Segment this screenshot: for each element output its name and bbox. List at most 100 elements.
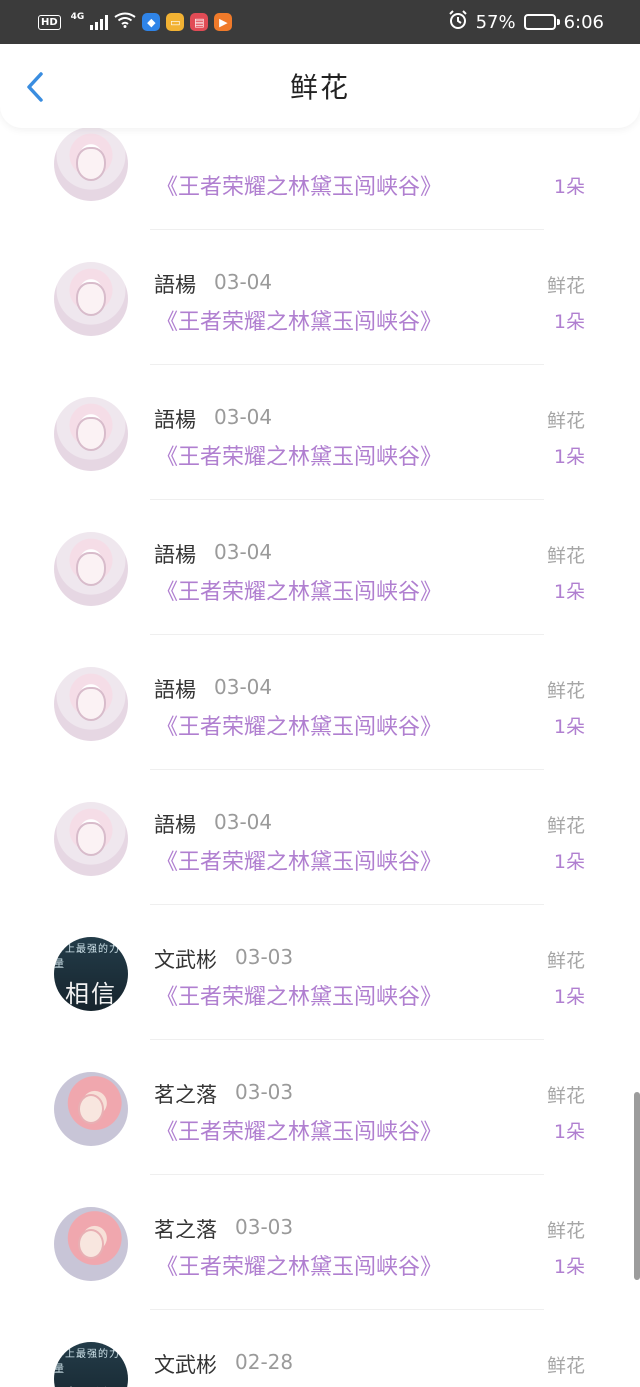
gift-type: 鲜花 xyxy=(546,1085,585,1107)
book-title-link[interactable]: 《王者荣耀之林黛玉闯峡谷》 xyxy=(156,439,442,471)
gift-date: 03-04 xyxy=(214,810,273,834)
gift-quantity: 1朵 xyxy=(553,851,585,873)
status-right: 57% 6:06 xyxy=(448,9,604,35)
user-name[interactable]: 語楊 xyxy=(154,674,196,704)
avatar-face xyxy=(76,282,106,316)
user-name[interactable]: 語楊 xyxy=(154,539,196,569)
avatar-title: 相信 xyxy=(65,979,117,1008)
gift-date: 03-04 xyxy=(214,270,273,294)
list-item[interactable]: 茗之落 03-03 《王者荣耀之林黛玉闯峡谷》 鲜花 1朵 xyxy=(0,1050,640,1185)
divider xyxy=(150,1309,544,1310)
signal-icon xyxy=(90,14,109,30)
gift-date: 03-04 xyxy=(214,675,273,699)
gift-type: 鲜花 xyxy=(546,680,585,702)
avatar[interactable] xyxy=(54,1072,128,1146)
avatar[interactable] xyxy=(54,262,128,336)
status-left: HD 4G ◆ ▭ ▤ ▶ xyxy=(38,12,233,32)
divider xyxy=(150,364,544,365)
avatar[interactable] xyxy=(54,802,128,876)
list-item[interactable]: 語楊 03-04 《王者荣耀之林黛玉闯峡谷》 鲜花 1朵 xyxy=(0,780,640,915)
avatar[interactable] xyxy=(54,532,128,606)
avatar-face xyxy=(76,417,106,451)
list-item[interactable]: 界上最强的力量 相信 文武彬 03-03 《王者荣耀之林黛玉闯峡谷》 鲜花 1朵 xyxy=(0,915,640,1050)
battery-percent: 57% xyxy=(475,11,516,33)
gift-date: 03-04 xyxy=(214,540,273,564)
user-name[interactable]: 語楊 xyxy=(154,404,196,434)
list-item[interactable]: 茗之落 03-03 《王者荣耀之林黛玉闯峡谷》 鲜花 1朵 xyxy=(0,1185,640,1320)
gift-date: 02-28 xyxy=(235,1350,294,1374)
avatar[interactable] xyxy=(54,1207,128,1281)
page-title: 鲜花 xyxy=(289,71,350,104)
book-app-icon: ▤ xyxy=(190,13,209,31)
gift-type: 鲜花 xyxy=(546,1220,585,1242)
gift-date: 03-04 xyxy=(214,405,273,429)
book-title-link[interactable]: 《王者荣耀之林黛玉闯峡谷》 xyxy=(156,574,442,606)
user-name[interactable]: 語楊 xyxy=(154,269,196,299)
chevron-left-icon xyxy=(27,72,43,102)
gift-quantity: 1朵 xyxy=(553,986,585,1008)
avatar-caption: 界上最强的力量 xyxy=(54,943,120,970)
gift-date: 03-03 xyxy=(235,1080,294,1104)
list-item[interactable]: 語楊 03-04 《王者荣耀之林黛玉闯峡谷》 鲜花 1朵 xyxy=(0,240,640,375)
divider xyxy=(150,904,544,905)
back-button[interactable] xyxy=(20,70,50,104)
divider xyxy=(150,1039,544,1040)
avatar-face xyxy=(78,1229,104,1259)
book-title-link[interactable]: 《王者荣耀之林黛玉闯峡谷》 xyxy=(156,709,442,741)
gift-quantity: 1朵 xyxy=(553,1256,585,1278)
avatar-face xyxy=(78,1094,104,1124)
avatar[interactable]: 界上最强的力量相信 xyxy=(54,937,128,1011)
book-title-link[interactable]: 《王者荣耀之林黛玉闯峡谷》 xyxy=(156,1249,442,1281)
gift-date: 03-03 xyxy=(235,945,294,969)
avatar-face xyxy=(76,552,106,586)
video-app-icon: ▶ xyxy=(214,13,233,31)
clock: 6:06 xyxy=(563,11,604,33)
book-title-link[interactable]: 《王者荣耀之林黛玉闯峡谷》 xyxy=(156,979,442,1011)
list-item[interactable]: 語楊 03-04 《王者荣耀之林黛玉闯峡谷》 鲜花 1朵 xyxy=(0,510,640,645)
book-title-link[interactable]: 《王者荣耀之林黛玉闯峡谷》 xyxy=(156,169,442,201)
gift-quantity: 1朵 xyxy=(553,581,585,603)
list-item[interactable]: 界上最强的力量相信文武彬02-28《综漫：黑莲花今天又玩弄人心》鲜花1朵 xyxy=(0,1320,640,1387)
user-name[interactable]: 文武彬 xyxy=(154,1349,217,1379)
gift-type: 鲜花 xyxy=(546,1355,585,1377)
divider xyxy=(150,769,544,770)
gift-list: 《王者荣耀之林黛玉闯峡谷》 1朵 語楊 03-04 《王者荣耀之林黛玉闯峡谷》 鲜花 1朵語… xyxy=(0,0,640,1387)
gift-type: 鲜花 xyxy=(546,950,585,972)
gift-quantity: 1朵 xyxy=(553,716,585,738)
user-name[interactable]: 茗之落 xyxy=(154,1214,217,1244)
network-type: 4G xyxy=(70,12,85,22)
gift-quantity: 1朵 xyxy=(553,1121,585,1143)
divider xyxy=(150,1174,544,1175)
chat-app-icon: ▭ xyxy=(166,13,185,31)
list-item[interactable]: 語楊 03-04 《王者荣耀之林黛玉闯峡谷》 鲜花 1朵 xyxy=(0,375,640,510)
book-title-link[interactable]: 《王者荣耀之林黛玉闯峡谷》 xyxy=(156,304,442,336)
avatar-face xyxy=(76,147,106,181)
user-name[interactable]: 茗之落 xyxy=(154,1079,217,1109)
divider xyxy=(150,499,544,500)
wifi-icon xyxy=(114,12,136,32)
gift-type: 鲜花 xyxy=(546,275,585,297)
scrollbar[interactable] xyxy=(634,1092,640,1280)
avatar[interactable] xyxy=(54,667,128,741)
book-title-link[interactable]: 《王者荣耀之林黛玉闯峡谷》 xyxy=(156,1114,442,1146)
avatar-caption: 界上最强的力量 xyxy=(54,1348,120,1375)
nav-bar: 鲜花 xyxy=(0,44,640,128)
avatar[interactable] xyxy=(54,397,128,471)
gift-quantity: 1朵 xyxy=(553,446,585,468)
alarm-icon xyxy=(448,9,468,35)
list-item[interactable]: 語楊 03-04 《王者荣耀之林黛玉闯峡谷》 鲜花 1朵 xyxy=(0,645,640,780)
gift-type: 鲜花 xyxy=(546,410,585,432)
gift-quantity: 1朵 xyxy=(553,311,585,333)
gift-date: 03-03 xyxy=(235,1215,294,1239)
avatar[interactable] xyxy=(54,127,128,201)
avatar-face xyxy=(76,822,106,856)
status-bar: HD 4G ◆ ▭ ▤ ▶ 57% 6:06 xyxy=(0,0,640,44)
user-name[interactable]: 語楊 xyxy=(154,809,196,839)
user-name[interactable]: 文武彬 xyxy=(154,944,217,974)
battery-icon xyxy=(523,14,560,30)
divider xyxy=(150,229,544,230)
hd-icon: HD xyxy=(38,14,61,30)
gift-type: 鲜花 xyxy=(546,545,585,567)
book-title-link[interactable]: 《王者荣耀之林黛玉闯峡谷》 xyxy=(156,844,442,876)
avatar[interactable]: 界上最强的力量相信 xyxy=(54,1342,128,1387)
